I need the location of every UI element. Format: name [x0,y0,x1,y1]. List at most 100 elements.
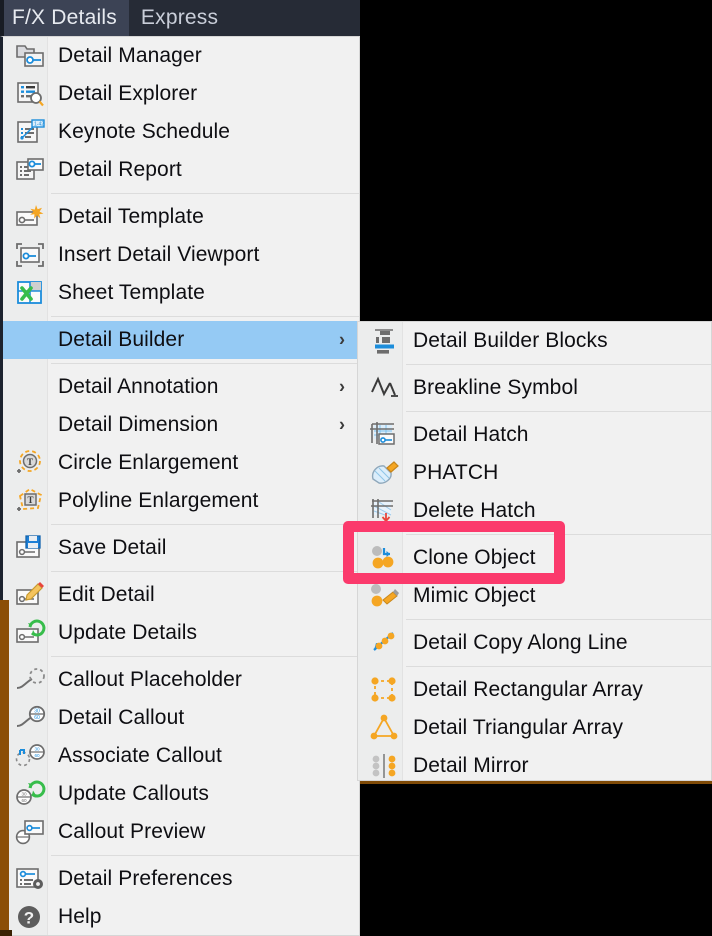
menu-item-callout-preview[interactable]: Callout Preview [3,813,359,851]
detail-hatch-icon [366,420,403,450]
menu-separator [51,656,359,657]
menu-item-label: Help [58,905,102,928]
menu-item-label: Sheet Template [58,281,205,304]
submenu-item-mimic-object[interactable]: Mimic Object [358,577,711,615]
menu-item-label: Keynote Schedule [58,120,231,143]
window-edge-left [0,600,9,936]
submenu-items-container: Detail Builder Blocks Breakline Symbol D… [358,322,711,780]
menu-separator [51,571,359,572]
detail-rectangular-array-icon [366,675,403,705]
drawing-canvas-bottom [356,783,712,936]
submenu-item-clone-object[interactable]: Clone Object [358,539,711,577]
menu-item-detail-dimension[interactable]: Detail Dimension › [3,406,359,444]
menu-item-label: Detail Explorer [58,82,198,105]
submenu-item-label: Mimic Object [413,584,536,607]
submenu-item-detail-hatch[interactable]: Detail Hatch [358,416,711,454]
submenu-item-phatch[interactable]: PHATCH [358,454,711,492]
menu-item-label: Callout Placeholder [58,668,243,691]
svg-text:T: T [27,495,33,505]
svg-text:?: ? [23,909,33,928]
menu-item-label: Update Details [58,621,198,644]
menu-item-detail-preferences[interactable]: Detail Preferences [3,860,359,898]
submenu-item-label: Detail Hatch [413,423,529,446]
screen: F/X Details Express Detail Manager Detai… [0,0,712,936]
submenu-item-label: Detail Builder Blocks [413,329,608,352]
menu-item-detail-template[interactable]: Detail Template [3,198,359,236]
update-callouts-icon: 30 60 [11,779,48,809]
detail-builder-submenu: Detail Builder Blocks Breakline Symbol D… [357,321,712,781]
associate-callout-icon: 30 60 [11,741,48,771]
chevron-right-icon: › [339,329,345,350]
menu-item-no-icon [11,410,48,440]
submenu-separator [406,534,711,535]
menu-item-callout-placeholder[interactable]: Callout Placeholder [3,661,359,699]
menu-item-detail-manager[interactable]: Detail Manager [3,37,359,75]
menu-item-detail-annotation[interactable]: Detail Annotation › [3,368,359,406]
menu-item-insert-detail-viewport[interactable]: Insert Detail Viewport [3,236,359,274]
menu-item-label: Save Detail [58,536,167,559]
submenu-item-label: PHATCH [413,461,499,484]
keynote-schedule-icon: 1-42 [11,117,48,147]
menubar-tab-express[interactable]: Express [129,0,230,36]
menu-item-label: Detail Template [58,205,204,228]
menu-item-help[interactable]: ? Help [3,898,359,935]
detail-manager-icon [11,41,48,71]
menubar-tab-fx-details[interactable]: F/X Details [0,0,129,36]
update-details-icon [11,618,48,648]
menubar-left-edge [0,0,4,36]
svg-text:60: 60 [34,753,40,758]
menu-item-edit-detail[interactable]: Edit Detail [3,576,359,614]
submenu-item-delete-hatch[interactable]: Delete Hatch [358,492,711,530]
submenu-item-detail-copy-along-line[interactable]: Detail Copy Along Line [358,624,711,662]
window-corner-left [0,930,12,936]
menu-item-keynote-schedule[interactable]: 1-42 Keynote Schedule [3,113,359,151]
submenu-item-breakline-symbol[interactable]: Breakline Symbol [358,369,711,407]
menu-item-detail-report[interactable]: Detail Report [3,151,359,189]
help-icon: ? [11,902,48,932]
menu-item-circle-enlargement[interactable]: T Circle Enlargement [3,444,359,482]
edit-detail-icon [11,580,48,610]
detail-triangular-array-icon [366,713,403,743]
drawing-canvas-top [360,0,712,321]
breakline-symbol-icon [366,373,403,403]
menu-item-update-details[interactable]: Update Details [3,614,359,652]
delete-hatch-icon [366,496,403,526]
menu-item-sheet-template[interactable]: Sheet Template [3,274,359,312]
menu-separator [51,193,359,194]
menu-item-detail-builder[interactable]: Detail Builder › [3,321,359,359]
chevron-right-icon: › [339,376,345,397]
menu-item-label: Detail Callout [58,706,185,729]
submenu-separator [406,666,711,667]
sheet-template-icon [11,278,48,308]
svg-text:60: 60 [34,715,40,721]
window-edge-bottom [356,781,712,784]
menu-item-label: Detail Preferences [58,867,233,890]
menu-item-no-icon [11,372,48,402]
submenu-item-label: Clone Object [413,546,536,569]
menubar-tab-label: F/X Details [12,6,117,29]
detail-mirror-icon [366,751,403,780]
submenu-item-label: Detail Mirror [413,754,529,777]
submenu-item-label: Breakline Symbol [413,376,579,399]
detail-copy-along-line-icon [366,628,403,658]
menu-item-save-detail[interactable]: Save Detail [3,529,359,567]
svg-text:60: 60 [21,798,27,803]
menu-separator [51,524,359,525]
submenu-item-detail-rectangular-array[interactable]: Detail Rectangular Array [358,671,711,709]
menu-item-associate-callout[interactable]: 30 60 Associate Callout [3,737,359,775]
menu-item-detail-explorer[interactable]: Detail Explorer [3,75,359,113]
submenu-item-detail-mirror[interactable]: Detail Mirror [358,747,711,780]
save-detail-icon [11,533,48,563]
menu-item-polyline-enlargement[interactable]: T Polyline Enlargement [3,482,359,520]
menu-item-update-callouts[interactable]: 30 60 Update Callouts [3,775,359,813]
submenu-item-label: Detail Triangular Array [413,716,624,739]
submenu-separator [406,619,711,620]
submenu-item-detail-triangular-array[interactable]: Detail Triangular Array [358,709,711,747]
menu-item-detail-callout[interactable]: 30 60 Detail Callout [3,699,359,737]
circle-enlargement-icon: T [11,448,48,478]
submenu-separator [406,411,711,412]
detail-callout-icon: 30 60 [11,703,48,733]
menu-separator [51,855,359,856]
submenu-item-detail-builder-blocks[interactable]: Detail Builder Blocks [358,322,711,360]
callout-preview-icon [11,817,48,847]
